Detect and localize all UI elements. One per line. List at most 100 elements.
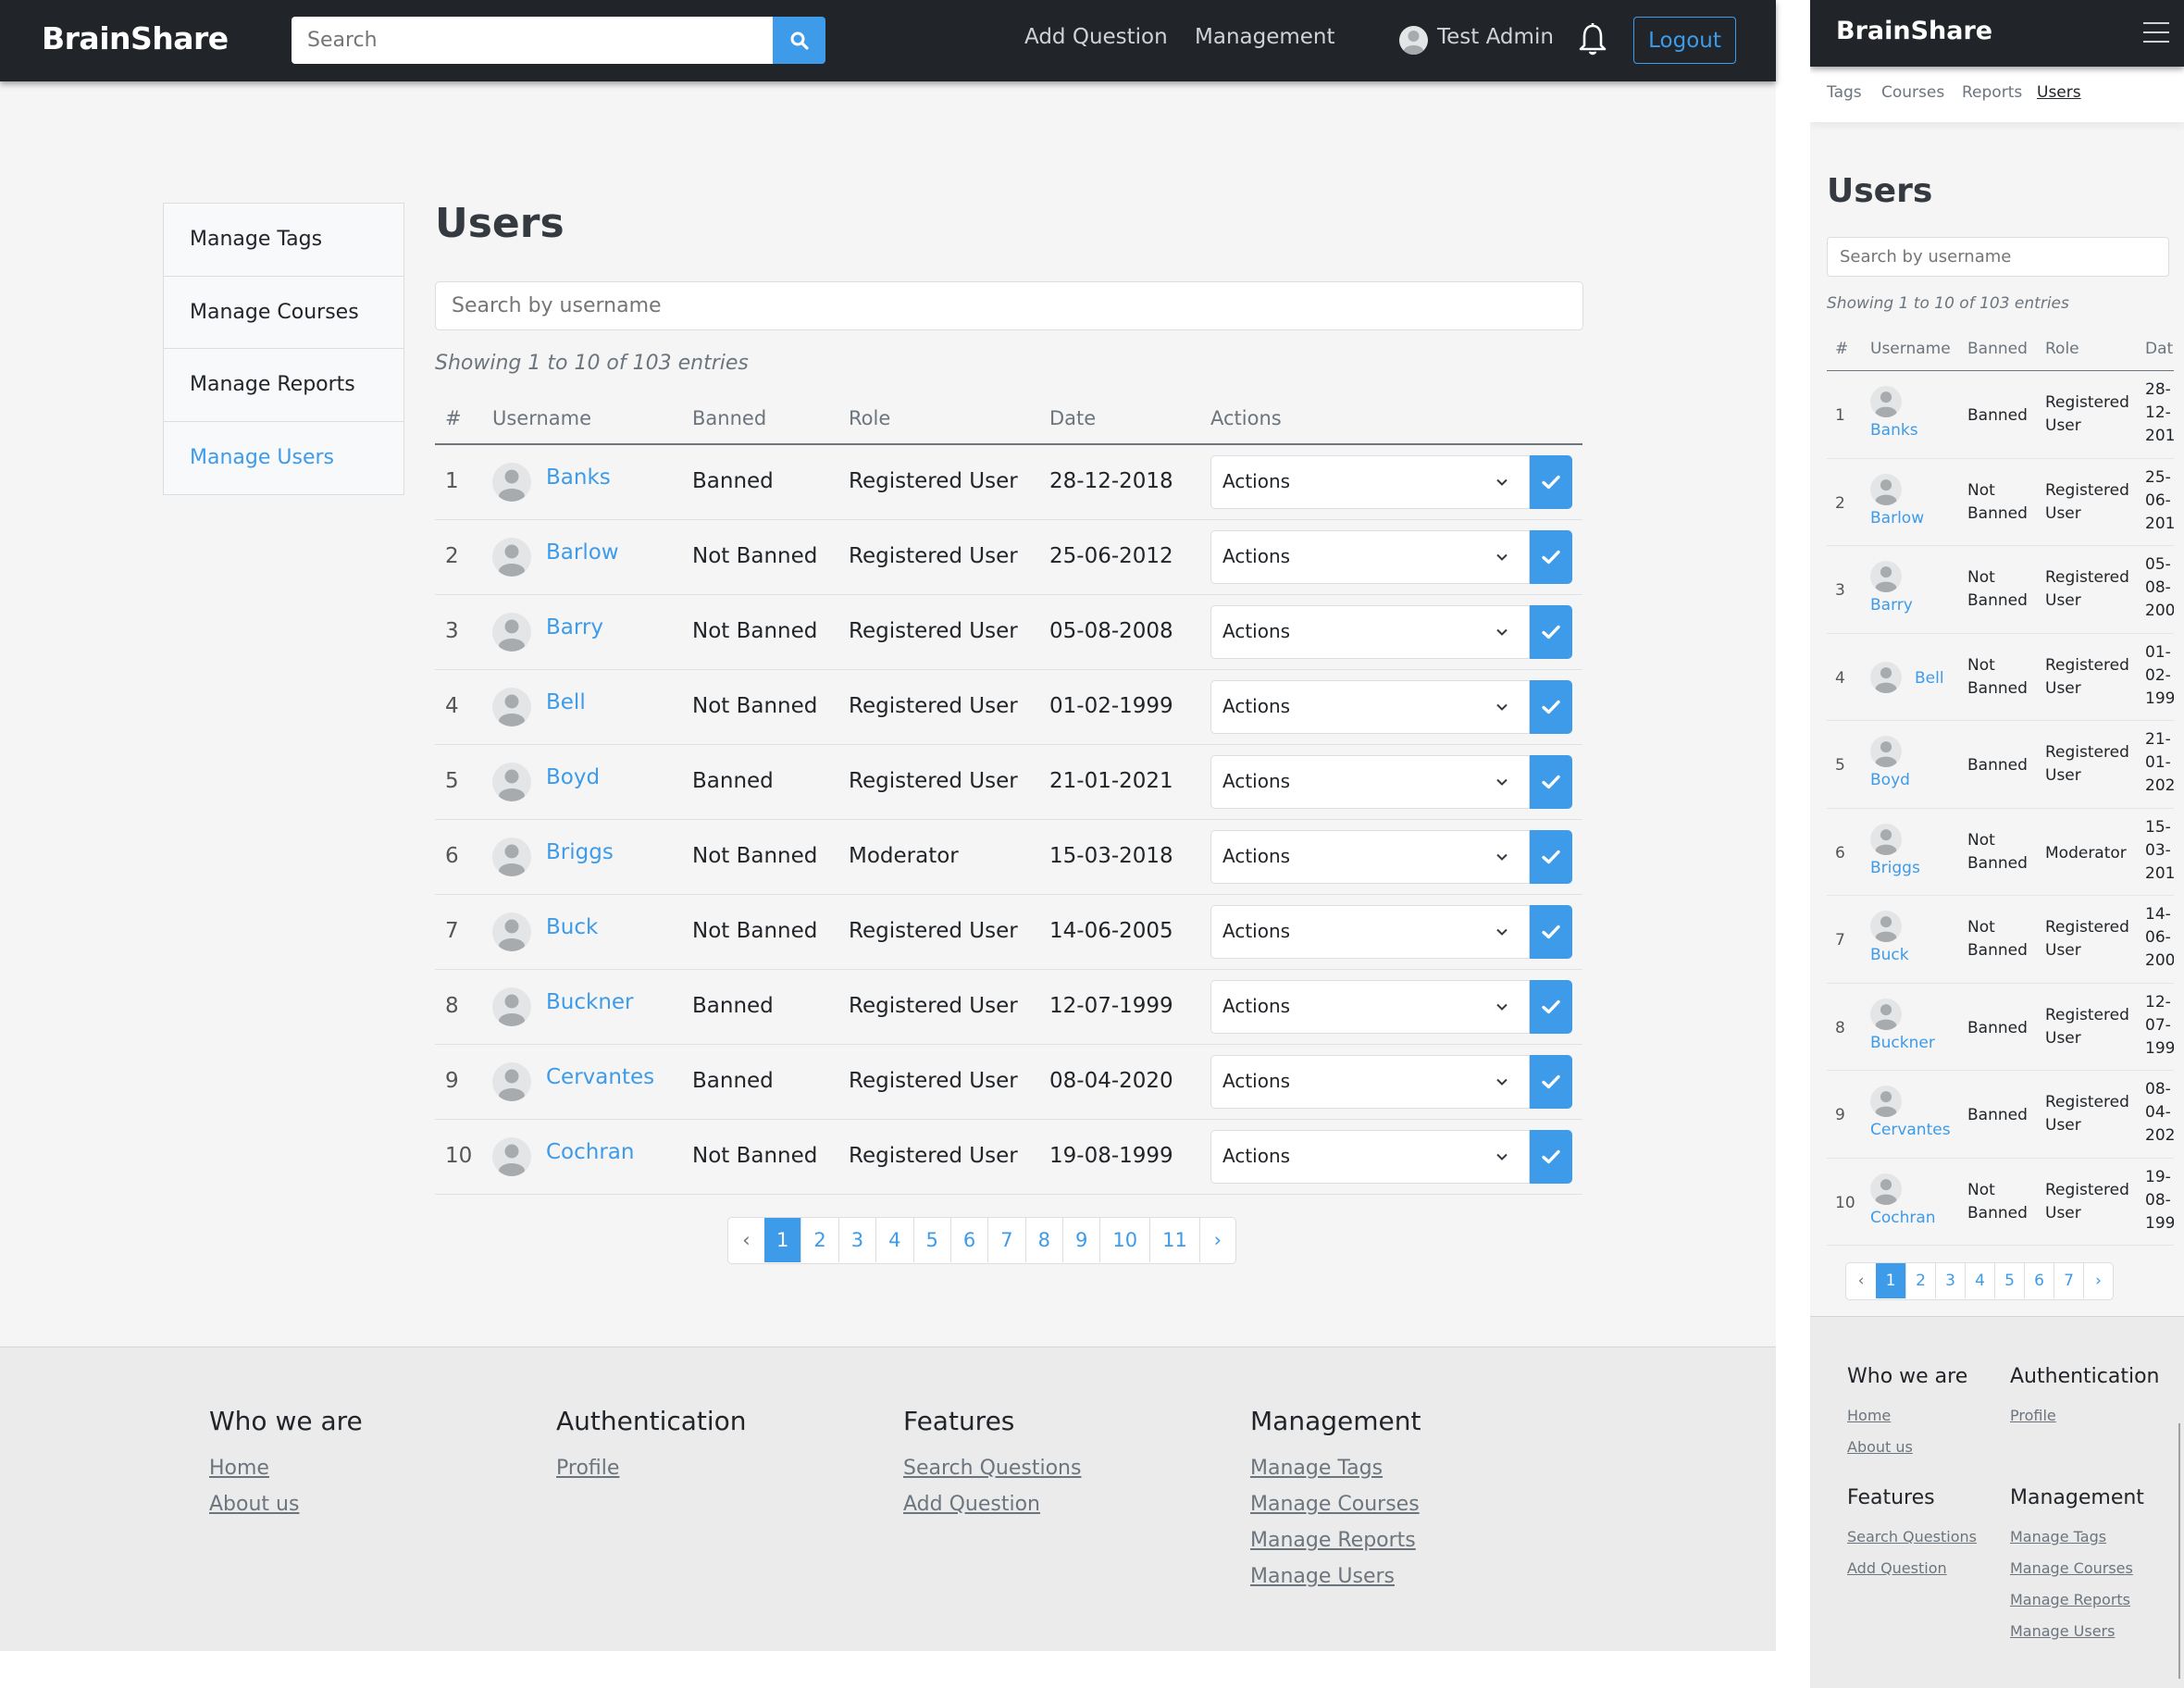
username-link[interactable]: Cochran: [546, 1140, 634, 1164]
footer-link-manage-users[interactable]: Manage Users: [2010, 1622, 2144, 1640]
sidebar-item-manage-tags[interactable]: Manage Tags: [164, 204, 403, 277]
actions-select[interactable]: Actions: [1210, 455, 1530, 509]
actions-select[interactable]: Actions: [1210, 605, 1530, 659]
username-link[interactable]: Buckner: [546, 990, 634, 1014]
username-link[interactable]: Cervantes: [546, 1065, 654, 1089]
pagination-page[interactable]: 7: [987, 1218, 1024, 1262]
subnav-courses[interactable]: Courses: [1881, 83, 1944, 102]
scrollbar[interactable]: [2178, 1423, 2180, 1679]
apply-action-button[interactable]: [1530, 1130, 1572, 1184]
pagination-page[interactable]: 10: [1099, 1218, 1149, 1262]
username-link[interactable]: Cochran: [1870, 1207, 1936, 1230]
username-link[interactable]: Barlow: [1870, 507, 1924, 530]
pagination-page[interactable]: 5: [912, 1218, 950, 1262]
pagination-page[interactable]: 6: [949, 1218, 987, 1262]
pagination-page[interactable]: 1: [1876, 1263, 1905, 1298]
apply-action-button[interactable]: [1530, 980, 1572, 1034]
user-avatar[interactable]: [1399, 26, 1428, 55]
footer-link-manage-courses[interactable]: Manage Courses: [2010, 1559, 2144, 1577]
pagination-page[interactable]: 2: [1905, 1263, 1935, 1298]
apply-action-button[interactable]: [1530, 1055, 1572, 1109]
footer-link-manage-reports[interactable]: Manage Reports: [1250, 1529, 1421, 1552]
pagination-page[interactable]: 3: [1935, 1263, 1965, 1298]
pagination-page[interactable]: 8: [1024, 1218, 1062, 1262]
username-link[interactable]: Bell: [546, 690, 586, 714]
footer-link-profile[interactable]: Profile: [556, 1457, 747, 1480]
pagination-prev[interactable]: ‹: [728, 1218, 764, 1262]
actions-select[interactable]: Actions: [1210, 755, 1530, 809]
username-link[interactable]: Buckner: [1870, 1032, 1935, 1055]
apply-action-button[interactable]: [1530, 905, 1572, 959]
apply-action-button[interactable]: [1530, 830, 1572, 884]
nav-add-question[interactable]: Add Question: [1024, 25, 1168, 49]
footer-link-search-questions[interactable]: Search Questions: [1847, 1528, 1977, 1545]
apply-action-button[interactable]: [1530, 455, 1572, 509]
footer-link-manage-users[interactable]: Manage Users: [1250, 1565, 1421, 1588]
sidebar-item-manage-reports[interactable]: Manage Reports: [164, 349, 403, 422]
pagination-next[interactable]: ›: [2083, 1263, 2113, 1298]
username-search-input[interactable]: [1827, 237, 2169, 277]
pagination-page[interactable]: 11: [1149, 1218, 1199, 1262]
actions-select[interactable]: Actions: [1210, 1055, 1530, 1109]
apply-action-button[interactable]: [1530, 680, 1572, 734]
actions-select[interactable]: Actions: [1210, 830, 1530, 884]
username-link[interactable]: Cervantes: [1870, 1119, 1951, 1142]
sidebar-item-manage-users[interactable]: Manage Users: [164, 422, 403, 495]
logout-button[interactable]: Logout: [1633, 17, 1736, 64]
apply-action-button[interactable]: [1530, 605, 1572, 659]
subnav-tags[interactable]: Tags: [1827, 83, 1862, 102]
brand-logo[interactable]: BrainShare: [42, 20, 229, 56]
pagination-page[interactable]: 2: [800, 1218, 838, 1262]
footer-link-search-questions[interactable]: Search Questions: [903, 1457, 1081, 1480]
notifications-button[interactable]: [1577, 22, 1608, 57]
actions-select[interactable]: Actions: [1210, 980, 1530, 1034]
actions-select[interactable]: Actions: [1210, 680, 1530, 734]
username-link[interactable]: Buck: [1870, 944, 1909, 967]
pagination-page[interactable]: 4: [875, 1218, 912, 1262]
footer-link-about-us[interactable]: About us: [209, 1493, 363, 1516]
hamburger-menu-button[interactable]: [2143, 22, 2169, 44]
footer-link-home[interactable]: Home: [209, 1457, 363, 1480]
username-search-input[interactable]: [435, 281, 1583, 330]
username-link[interactable]: Barry: [1870, 594, 1913, 617]
subnav-users[interactable]: Users: [2037, 83, 2081, 102]
footer-link-profile[interactable]: Profile: [2010, 1407, 2160, 1424]
footer-link-about-us[interactable]: About us: [1847, 1438, 1967, 1456]
user-name[interactable]: Test Admin: [1437, 25, 1554, 49]
username-link[interactable]: Banks: [546, 465, 611, 490]
footer-link-manage-tags[interactable]: Manage Tags: [1250, 1457, 1421, 1480]
pagination-page[interactable]: 1: [764, 1218, 801, 1262]
sidebar-item-manage-courses[interactable]: Manage Courses: [164, 277, 403, 349]
apply-action-button[interactable]: [1530, 755, 1572, 809]
actions-select[interactable]: Actions: [1210, 1130, 1530, 1184]
pagination-page[interactable]: 6: [2024, 1263, 2054, 1298]
footer-link-manage-reports[interactable]: Manage Reports: [2010, 1591, 2144, 1608]
footer-link-manage-tags[interactable]: Manage Tags: [2010, 1528, 2144, 1545]
username-link[interactable]: Banks: [1870, 419, 1918, 442]
apply-action-button[interactable]: [1530, 530, 1572, 584]
username-link[interactable]: Buck: [546, 915, 598, 939]
username-link[interactable]: Briggs: [1870, 857, 1920, 880]
pagination-prev[interactable]: ‹: [1846, 1263, 1876, 1298]
username-link[interactable]: Bell: [1915, 667, 1944, 690]
global-search-button[interactable]: [773, 17, 825, 64]
username-link[interactable]: Barry: [546, 615, 603, 639]
brand-logo[interactable]: BrainShare: [1836, 17, 1992, 45]
subnav-reports[interactable]: Reports: [1962, 83, 2022, 102]
pagination-page[interactable]: 5: [1994, 1263, 2024, 1298]
footer-link-add-question[interactable]: Add Question: [903, 1493, 1081, 1516]
footer-link-home[interactable]: Home: [1847, 1407, 1967, 1424]
global-search-input[interactable]: [292, 17, 773, 64]
username-link[interactable]: Briggs: [546, 840, 614, 864]
nav-management[interactable]: Management: [1195, 25, 1335, 49]
footer-link-add-question[interactable]: Add Question: [1847, 1559, 1977, 1577]
username-link[interactable]: Boyd: [1870, 769, 1910, 792]
actions-select[interactable]: Actions: [1210, 905, 1530, 959]
actions-select[interactable]: Actions: [1210, 530, 1530, 584]
pagination-page[interactable]: 4: [1965, 1263, 1994, 1298]
username-link[interactable]: Boyd: [546, 765, 600, 789]
pagination-page[interactable]: 7: [2054, 1263, 2083, 1298]
pagination-page[interactable]: 9: [1062, 1218, 1099, 1262]
username-link[interactable]: Barlow: [546, 540, 619, 565]
pagination-next[interactable]: ›: [1198, 1218, 1235, 1262]
